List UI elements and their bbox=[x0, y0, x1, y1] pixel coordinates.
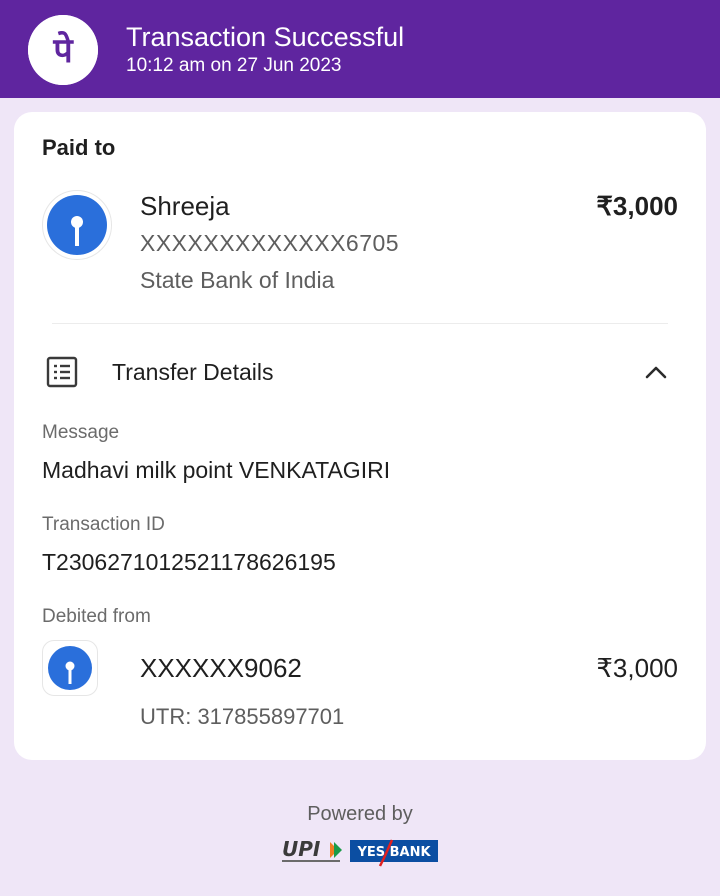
sbi-logo-icon bbox=[42, 190, 112, 260]
section-divider bbox=[52, 323, 668, 324]
chevron-up-icon[interactable] bbox=[642, 358, 670, 386]
transaction-header: पे Transaction Successful 10:12 am on 27… bbox=[0, 0, 720, 98]
payee-bank-name: State Bank of India bbox=[140, 267, 335, 293]
receipt-list-icon[interactable] bbox=[46, 356, 78, 388]
sbi-logo-icon bbox=[42, 640, 98, 696]
transaction-card: Paid to Shreeja XXXXXXXXXXXXX6705 State … bbox=[14, 112, 706, 760]
svg-text:पे: पे bbox=[52, 30, 74, 71]
upi-logo-icon: UPI bbox=[282, 837, 342, 862]
svg-text:UPI: UPI bbox=[282, 837, 321, 861]
yes-bank-logo-icon: YES BANK bbox=[350, 839, 438, 867]
debited-from-label: Debited from bbox=[42, 606, 151, 627]
payee-account-number: XXXXXXXXXXXXX6705 bbox=[140, 230, 400, 256]
partner-logos: UPI YES BANK bbox=[280, 836, 440, 868]
message-value: Madhavi milk point VENKATAGIRI bbox=[42, 457, 391, 483]
transaction-id-label: Transaction ID bbox=[42, 514, 165, 535]
paid-to-label: Paid to bbox=[42, 135, 116, 160]
payee-name: Shreeja bbox=[140, 191, 230, 221]
message-label: Message bbox=[42, 422, 120, 443]
transfer-details-toggle[interactable]: Transfer Details bbox=[112, 357, 273, 387]
debit-account-number: XXXXXX9062 bbox=[140, 653, 302, 683]
paid-amount: ₹3,000 bbox=[596, 191, 678, 221]
utr-number[interactable]: UTR: 317855897701 bbox=[140, 703, 344, 731]
powered-by-label: Powered by bbox=[307, 803, 413, 825]
status-title: Transaction Successful bbox=[126, 22, 405, 52]
transaction-id-value[interactable]: T2306271012521178626195 bbox=[42, 547, 336, 577]
phonepe-logo-icon: पे bbox=[28, 15, 98, 85]
svg-text:YES BANK: YES BANK bbox=[356, 845, 431, 860]
transaction-datetime: 10:12 am on 27 Jun 2023 bbox=[126, 55, 342, 76]
debit-amount: ₹3,000 bbox=[596, 653, 678, 683]
